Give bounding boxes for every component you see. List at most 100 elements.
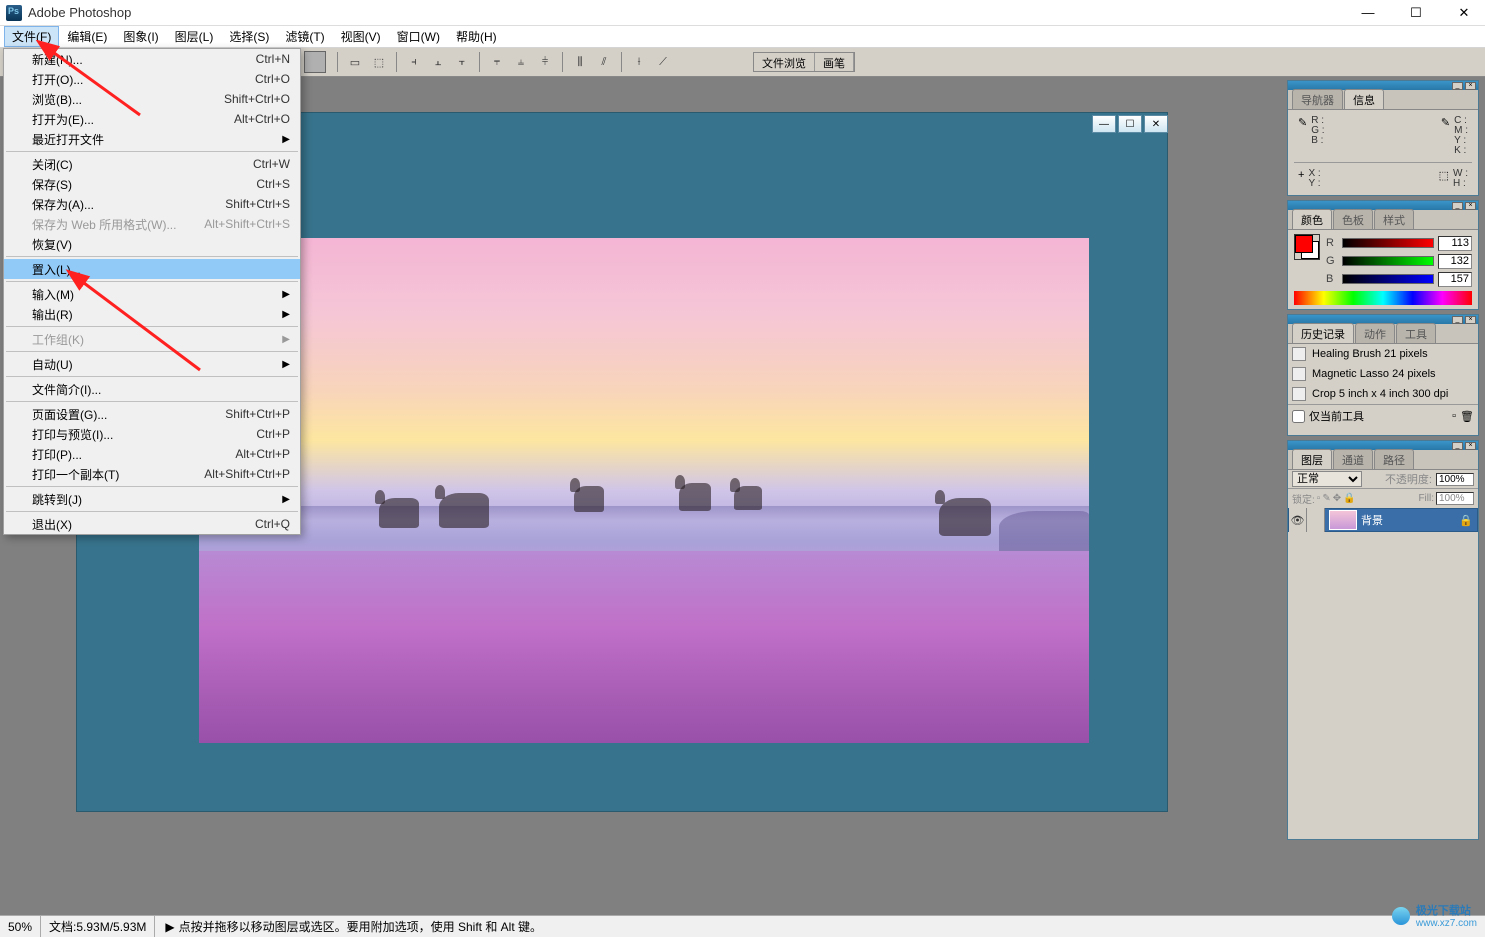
tab-file-browser[interactable]: 文件浏览 [754, 53, 815, 71]
tab-styles[interactable]: 样式 [1374, 209, 1414, 229]
file-menu-item[interactable]: 保存为(A)...Shift+Ctrl+S [4, 194, 300, 214]
opacity-input[interactable]: 100% [1436, 473, 1474, 486]
file-menu-item[interactable]: 最近打开文件▶ [4, 129, 300, 149]
file-menu-item[interactable]: 打印(P)...Alt+Ctrl+P [4, 444, 300, 464]
maximize-button[interactable]: ☐ [1401, 5, 1431, 21]
panel-close-button[interactable]: × [1465, 202, 1476, 210]
delete-preset-icon[interactable]: 🗑 [1460, 410, 1474, 423]
file-menu-item[interactable]: 浏览(B)...Shift+Ctrl+O [4, 89, 300, 109]
tab-layers[interactable]: 图层 [1292, 449, 1332, 469]
menu-filter[interactable]: 滤镜(T) [277, 26, 332, 47]
green-value[interactable]: 132 [1438, 254, 1472, 269]
panel-minimize-button[interactable]: _ [1452, 316, 1463, 324]
current-tool-only-checkbox[interactable] [1292, 410, 1305, 423]
panel-close-button[interactable]: × [1465, 442, 1476, 450]
file-menu-item[interactable]: 恢复(V) [4, 234, 300, 254]
doc-close-button[interactable]: ✕ [1144, 115, 1168, 133]
file-menu-item[interactable]: 关闭(C)Ctrl+W [4, 154, 300, 174]
tool-preset-item[interactable]: Healing Brush 21 pixels [1288, 344, 1478, 364]
tab-paths[interactable]: 路径 [1374, 449, 1414, 469]
tool-preset-item[interactable]: Crop 5 inch x 4 inch 300 dpi [1288, 384, 1478, 404]
menu-layer[interactable]: 图层(L) [167, 26, 222, 47]
new-preset-icon[interactable]: ▫ [1452, 410, 1456, 422]
lock-transparency-icon[interactable]: ▫ [1317, 493, 1321, 504]
tab-color[interactable]: 颜色 [1292, 209, 1332, 229]
file-menu-item[interactable]: 文件简介(I)... [4, 379, 300, 399]
lock-paint-icon[interactable]: ✎ [1322, 493, 1330, 504]
tab-navigator[interactable]: 导航器 [1292, 89, 1343, 109]
file-menu-item[interactable]: 输入(M)▶ [4, 284, 300, 304]
align-top-icon[interactable]: ⫧ [487, 52, 507, 72]
menu-edit[interactable]: 编辑(E) [59, 26, 115, 47]
doc-minimize-button[interactable]: — [1092, 115, 1116, 133]
tab-brushes[interactable]: 画笔 [815, 53, 854, 71]
file-menu-item[interactable]: 保存(S)Ctrl+S [4, 174, 300, 194]
align-hcenter-icon[interactable]: ⫠ [428, 52, 448, 72]
menu-view[interactable]: 视图(V) [333, 26, 389, 47]
layer-edit-cell[interactable] [1307, 508, 1325, 532]
canvas-image[interactable] [199, 238, 1089, 743]
align-left-icon[interactable]: ⫞ [404, 52, 424, 72]
bounds-icon[interactable]: ⬚ [369, 52, 389, 72]
panel-close-button[interactable]: × [1465, 316, 1476, 324]
layer-visibility-icon[interactable]: 👁 [1289, 508, 1307, 532]
distribute-3-icon[interactable]: ⟊ [629, 52, 649, 72]
tab-channels[interactable]: 通道 [1333, 449, 1373, 469]
align-vcenter-icon[interactable]: ⫨ [511, 52, 531, 72]
panel-minimize-button[interactable]: _ [1452, 442, 1463, 450]
tool-preset-swatch[interactable] [304, 51, 326, 73]
doc-info[interactable]: 文档:5.93M/5.93M [41, 916, 155, 937]
panel-minimize-button[interactable]: _ [1452, 82, 1463, 90]
menu-select[interactable]: 选择(S) [221, 26, 277, 47]
panel-minimize-button[interactable]: _ [1452, 202, 1463, 210]
file-menu-item[interactable]: 打开(O)...Ctrl+O [4, 69, 300, 89]
file-menu-item[interactable]: 工作组(K)▶ [4, 329, 300, 349]
layer-thumbnail[interactable] [1329, 510, 1357, 530]
file-menu-item[interactable]: 置入(L)... [4, 259, 300, 279]
blue-slider[interactable] [1342, 274, 1434, 284]
minimize-button[interactable]: — [1353, 5, 1383, 21]
file-menu-item[interactable]: 保存为 Web 所用格式(W)...Alt+Shift+Ctrl+S [4, 214, 300, 234]
color-spectrum-bar[interactable] [1294, 291, 1472, 305]
file-menu-item[interactable]: 打印一个副本(T)Alt+Shift+Ctrl+P [4, 464, 300, 484]
file-menu-item[interactable]: 输出(R)▶ [4, 304, 300, 324]
file-menu-item[interactable]: 自动(U)▶ [4, 354, 300, 374]
lock-move-icon[interactable]: ✥ [1333, 493, 1341, 504]
layer-row-background[interactable]: 👁 背景 🔒 [1288, 508, 1478, 532]
fill-input[interactable]: 100% [1436, 492, 1474, 505]
tab-swatches[interactable]: 色板 [1333, 209, 1373, 229]
file-menu-item[interactable]: 新建(N)...Ctrl+N [4, 49, 300, 69]
green-slider[interactable] [1342, 256, 1434, 266]
fg-bg-swatch[interactable] [1294, 234, 1320, 260]
tab-actions[interactable]: 动作 [1355, 323, 1395, 343]
menu-window[interactable]: 窗口(W) [389, 26, 448, 47]
distribute-4-icon[interactable]: ⟋ [653, 52, 673, 72]
file-menu-item[interactable]: 打开为(E)...Alt+Ctrl+O [4, 109, 300, 129]
menu-help[interactable]: 帮助(H) [448, 26, 505, 47]
navigator-panel: _× 导航器 信息 ✎R : G : B : ✎C : M : Y : K : … [1287, 80, 1479, 196]
tab-tools[interactable]: 工具 [1396, 323, 1436, 343]
distribute-1-icon[interactable]: ⫼ [570, 52, 590, 72]
auto-select-icon[interactable]: ▭ [345, 52, 365, 72]
file-menu-item[interactable]: 打印与预览(I)...Ctrl+P [4, 424, 300, 444]
file-menu-item[interactable]: 退出(X)Ctrl+Q [4, 514, 300, 534]
blue-value[interactable]: 157 [1438, 272, 1472, 287]
red-value[interactable]: 113 [1438, 236, 1472, 251]
tab-history[interactable]: 历史记录 [1292, 323, 1354, 343]
tab-info[interactable]: 信息 [1344, 89, 1384, 109]
file-menu-item[interactable]: 跳转到(J)▶ [4, 489, 300, 509]
menu-image[interactable]: 图象(I) [115, 26, 166, 47]
file-menu-item[interactable]: 页面设置(G)...Shift+Ctrl+P [4, 404, 300, 424]
lock-all-icon[interactable]: 🔒 [1343, 493, 1355, 504]
close-button[interactable]: ✕ [1449, 5, 1479, 21]
tool-preset-item[interactable]: Magnetic Lasso 24 pixels [1288, 364, 1478, 384]
zoom-level[interactable]: 50% [0, 916, 41, 937]
panel-close-button[interactable]: × [1465, 82, 1476, 90]
red-slider[interactable] [1342, 238, 1434, 248]
align-bottom-icon[interactable]: ⫩ [535, 52, 555, 72]
align-right-icon[interactable]: ⫟ [452, 52, 472, 72]
menu-file[interactable]: 文件(F) [4, 26, 59, 47]
doc-maximize-button[interactable]: ☐ [1118, 115, 1142, 133]
distribute-2-icon[interactable]: ⫽ [594, 52, 614, 72]
blend-mode-select[interactable]: 正常 [1292, 471, 1362, 487]
